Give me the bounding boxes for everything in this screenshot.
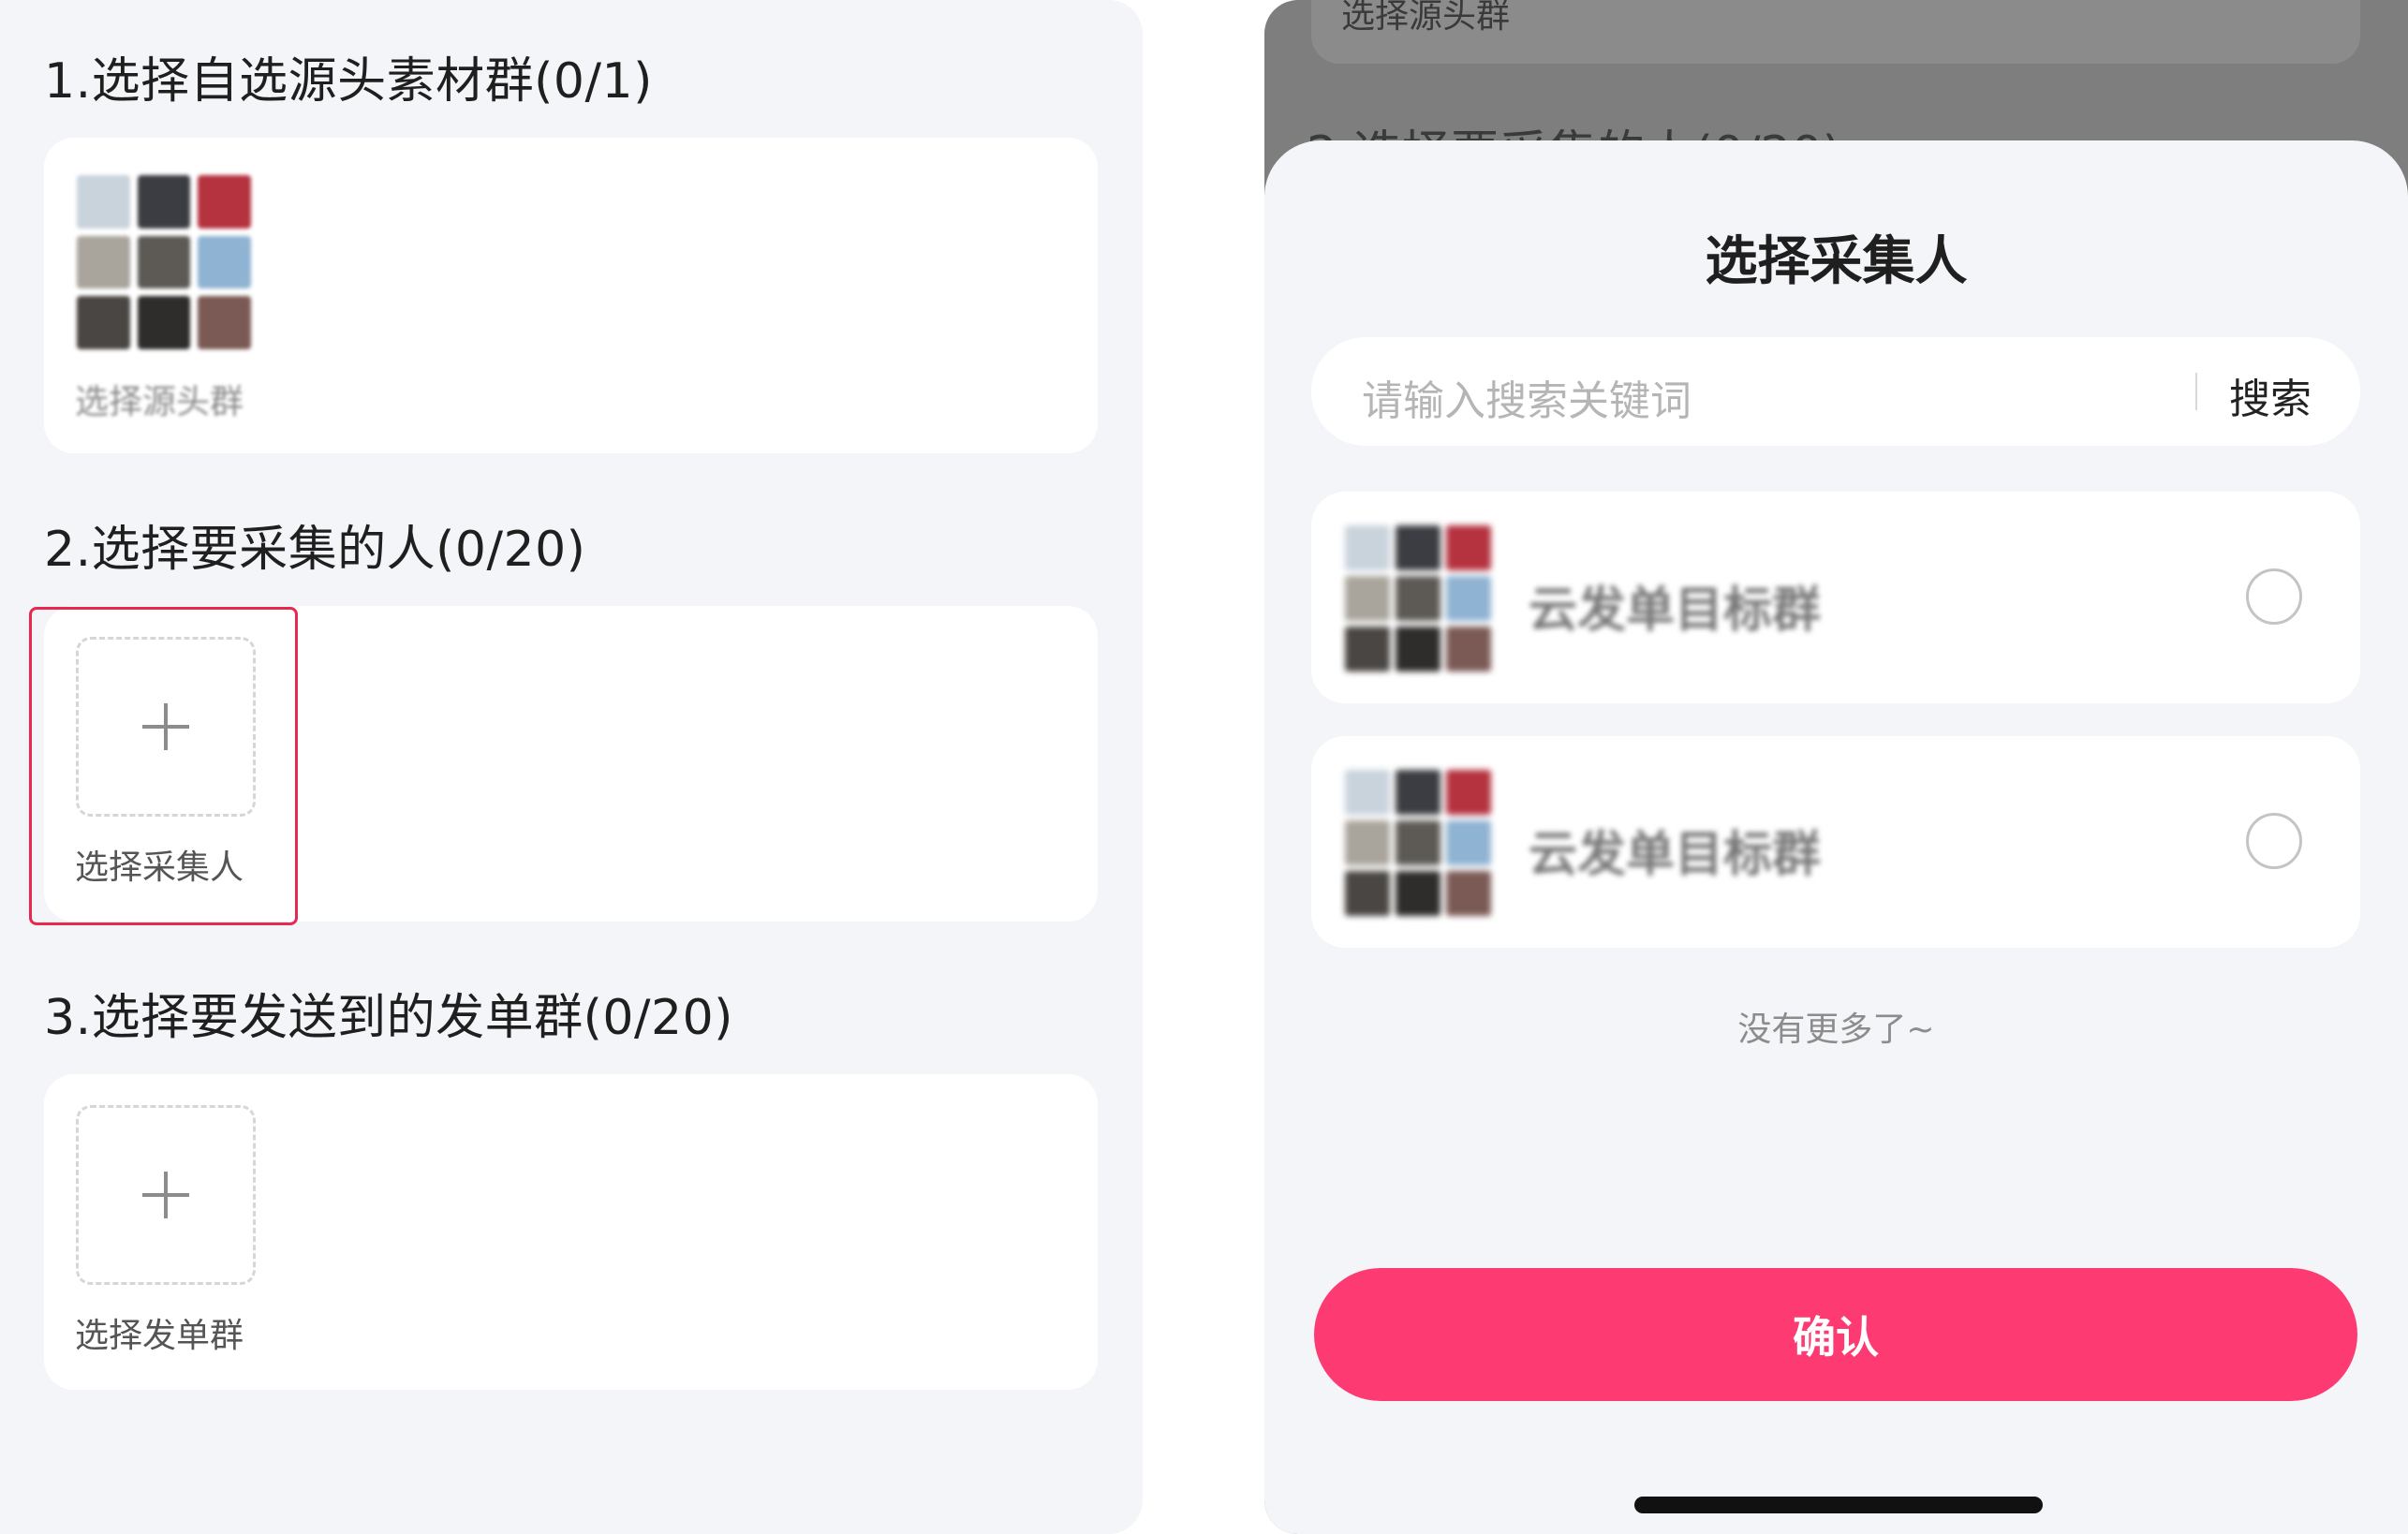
group-name: 云发单目标群 (1529, 583, 1822, 639)
radio-button[interactable] (2246, 568, 2302, 625)
confirm-button[interactable]: 确认 (1314, 1268, 2357, 1401)
bottom-sheet: 选择采集人 请输入搜索关键词 搜索 云发单目标群 云发单目标群 没有更多了~ 确… (1264, 140, 2408, 1534)
select-collector-screen: 选择源头群 2.选择要采集的人(0/20) 选择采集人 请输入搜索关键词 搜索 … (1264, 0, 2408, 1534)
collector-section-title: 2.选择要采集的人(0/20) (44, 522, 586, 578)
collection-settings-panel: 1.选择自选源头素材群(0/1) 选择源头群 2.选择要采集的人(0/20) 选… (0, 0, 1143, 1534)
source-group-caption: 选择源头群 (75, 383, 244, 421)
search-bar: 请输入搜索关键词 搜索 (1311, 337, 2360, 446)
add-order-group-button[interactable] (76, 1105, 256, 1285)
plus-icon (142, 1172, 189, 1218)
list-item[interactable]: 云发单目标群 (1311, 736, 2360, 948)
search-input[interactable]: 请输入搜索关键词 (1362, 367, 1692, 427)
group-avatar (1345, 770, 1491, 916)
source-group-section-title: 1.选择自选源头素材群(0/1) (44, 53, 653, 110)
add-order-group-label: 选择发单群 (75, 1317, 244, 1355)
home-indicator (1634, 1497, 2043, 1513)
search-button[interactable]: 搜索 (2229, 365, 2312, 425)
background-source-caption: 选择源头群 (1341, 0, 1511, 36)
list-item[interactable]: 云发单目标群 (1311, 492, 2360, 703)
source-group-avatar[interactable] (77, 175, 251, 349)
highlight-frame (29, 607, 298, 925)
no-more-text: 没有更多了~ (1737, 1010, 1935, 1049)
order-group-section-title: 3.选择要发送到的发单群(0/20) (44, 990, 733, 1046)
search-divider (2195, 373, 2197, 410)
group-name: 云发单目标群 (1529, 827, 1822, 883)
radio-button[interactable] (2246, 813, 2302, 869)
sheet-title: 选择采集人 (1705, 231, 1968, 292)
group-avatar (1345, 525, 1491, 671)
